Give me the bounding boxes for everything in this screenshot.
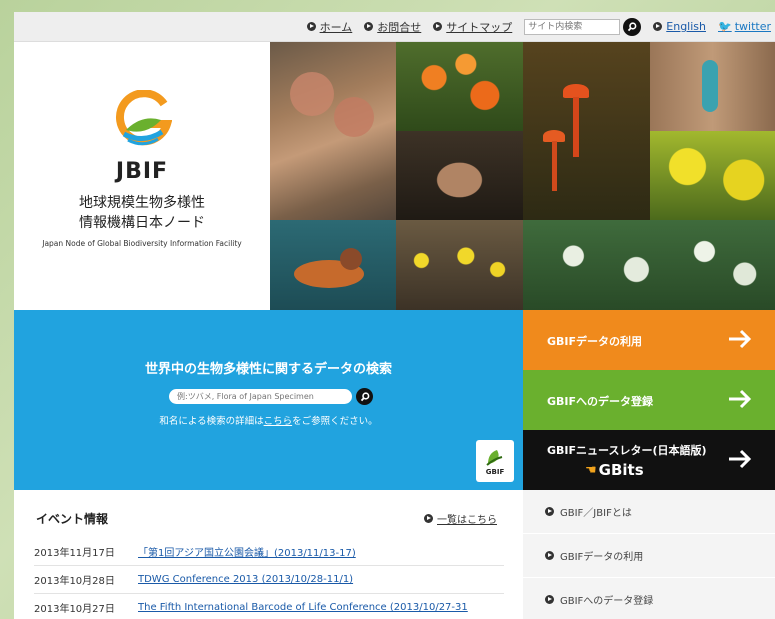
pointing-hand-icon: ☚ xyxy=(585,462,597,478)
yellow-flowers-photo xyxy=(396,220,523,310)
arrow-right-icon xyxy=(729,329,752,349)
gbif-data-register-button[interactable]: GBIFへのデータ登録 xyxy=(523,370,775,430)
lilies-photo xyxy=(396,42,523,131)
gbits-newsletter-button[interactable]: GBIFニュースレター(日本語版) ☚ GBits xyxy=(523,430,775,490)
nav-home-link[interactable]: ホーム xyxy=(306,19,353,35)
side-item-data-use[interactable]: GBIFデータの利用 xyxy=(523,534,775,578)
side-item-about[interactable]: GBIF／JBIFとは xyxy=(523,490,775,534)
event-title-link[interactable]: 「第1回アジア国立公園会議」(2013/11/13-17) xyxy=(138,544,356,559)
site-search-button[interactable] xyxy=(623,17,642,36)
event-title-link[interactable]: TDWG Conference 2013 (2013/10/28-11/1) xyxy=(138,574,353,585)
event-row: 2013年10月27日 The Fifth International Barc… xyxy=(34,594,504,619)
twitter-bird-icon: 🐦 xyxy=(718,20,732,33)
events-heading: イベント情報 xyxy=(36,512,109,526)
gbits-logo-text: GBits xyxy=(598,461,644,479)
search-icon xyxy=(628,21,637,31)
gbif-badge[interactable]: GBIF xyxy=(476,440,514,482)
events-more-link[interactable]: 一覧はこちら xyxy=(424,511,497,526)
side-item-data-register[interactable]: GBIFへのデータ登録 xyxy=(523,578,775,619)
logo-abbr: JBIF xyxy=(115,159,169,184)
event-title-link[interactable]: The Fifth International Barcode of Life … xyxy=(138,602,468,613)
gbif-data-use-label: GBIFデータの利用 xyxy=(547,335,643,348)
nav-english-link[interactable]: English xyxy=(653,20,706,33)
side-item-label: GBIFデータの利用 xyxy=(560,552,644,563)
side-item-label: GBIFへのデータ登録 xyxy=(560,596,654,607)
note-prefix: 和名による検索の詳細は xyxy=(159,416,264,427)
photo-grid xyxy=(270,42,775,310)
gbits-logo: ☚ GBits xyxy=(585,461,644,479)
nav-contact-label: お問合せ xyxy=(377,20,422,34)
side-menu: GBIF／JBIFとは GBIFデータの利用 GBIFへのデータ登録 xyxy=(523,490,775,619)
events-more-label: 一覧はこちら xyxy=(437,515,497,526)
data-search-panel: 世界中の生物多様性に関するデータの検索 和名による検索の詳細はこちらをご参照くだ… xyxy=(14,310,523,490)
event-date: 2013年11月17日 xyxy=(34,548,115,559)
beetle-photo xyxy=(650,42,775,131)
top-nav: ホーム お問合せ サイトマップ English 🐦 twitter xyxy=(14,12,775,42)
rapeseed-photo xyxy=(650,131,775,220)
note-suffix: をご参照ください。 xyxy=(292,416,378,427)
mandarin-duck-photo xyxy=(270,220,396,310)
logo-area[interactable]: JBIF 地球規模生物多様性 情報機構日本ノード Japan Node of G… xyxy=(14,42,270,310)
nav-english-label: English xyxy=(666,20,706,33)
data-search-input[interactable] xyxy=(169,389,352,404)
frog-photo xyxy=(396,131,523,220)
arrow-right-icon xyxy=(729,449,752,469)
white-flowers-photo xyxy=(523,220,775,310)
note-link[interactable]: こちら xyxy=(264,416,293,427)
arrow-bullet-icon xyxy=(545,507,554,516)
twitter-link[interactable]: 🐦 twitter xyxy=(718,20,771,33)
twitter-label: twitter xyxy=(734,20,771,33)
mushroom-photo xyxy=(523,42,650,220)
logo-name-line2: 情報機構日本ノード xyxy=(79,215,205,231)
gbif-data-register-label: GBIFへのデータ登録 xyxy=(547,395,654,408)
arrow-bullet-icon xyxy=(545,551,554,560)
search-icon xyxy=(360,391,369,401)
arrow-right-icon xyxy=(729,389,752,409)
gbif-data-use-button[interactable]: GBIFデータの利用 xyxy=(523,310,775,370)
arrow-bullet-icon xyxy=(653,22,663,31)
arrow-bullet-icon xyxy=(306,22,316,31)
events-section: イベント情報 一覧はこちら 2013年11月17日 「第1回アジア国立公園会議」… xyxy=(14,490,523,619)
logo-name-english: Japan Node of Global Biodiversity Inform… xyxy=(42,239,242,248)
arrow-bullet-icon xyxy=(424,514,433,523)
event-date: 2013年10月28日 xyxy=(34,576,115,587)
page: ホーム お問合せ サイトマップ English 🐦 twitter xyxy=(14,12,775,619)
site-search-input[interactable] xyxy=(524,18,621,35)
nav-home-label: ホーム xyxy=(319,20,353,34)
nav-sitemap-link[interactable]: サイトマップ xyxy=(433,19,512,35)
data-search-button[interactable] xyxy=(356,388,373,405)
arrow-bullet-icon xyxy=(433,22,443,31)
event-row: 2013年11月17日 「第1回アジア国立公園会議」(2013/11/13-17… xyxy=(34,538,504,566)
monkeys-photo xyxy=(270,42,396,220)
gbif-leaf-icon xyxy=(486,449,503,466)
gbif-badge-label: GBIF xyxy=(485,467,505,476)
site-search xyxy=(524,17,642,36)
arrow-bullet-icon xyxy=(364,22,374,31)
nav-contact-link[interactable]: お問合せ xyxy=(364,19,421,35)
event-row: 2013年10月28日 TDWG Conference 2013 (2013/1… xyxy=(34,566,504,594)
jbif-logo-icon xyxy=(115,90,172,146)
logo-name-line1: 地球規模生物多様性 xyxy=(79,195,205,211)
event-date: 2013年10月27日 xyxy=(34,604,115,615)
data-search-note: 和名による検索の詳細はこちらをご参照ください。 xyxy=(14,413,523,427)
side-item-label: GBIF／JBIFとは xyxy=(560,508,632,519)
arrow-bullet-icon xyxy=(545,595,554,604)
data-search-title: 世界中の生物多様性に関するデータの検索 xyxy=(144,362,392,377)
gbits-newsletter-label: GBIFニュースレター(日本語版) xyxy=(547,444,707,457)
nav-sitemap-label: サイトマップ xyxy=(446,20,513,34)
